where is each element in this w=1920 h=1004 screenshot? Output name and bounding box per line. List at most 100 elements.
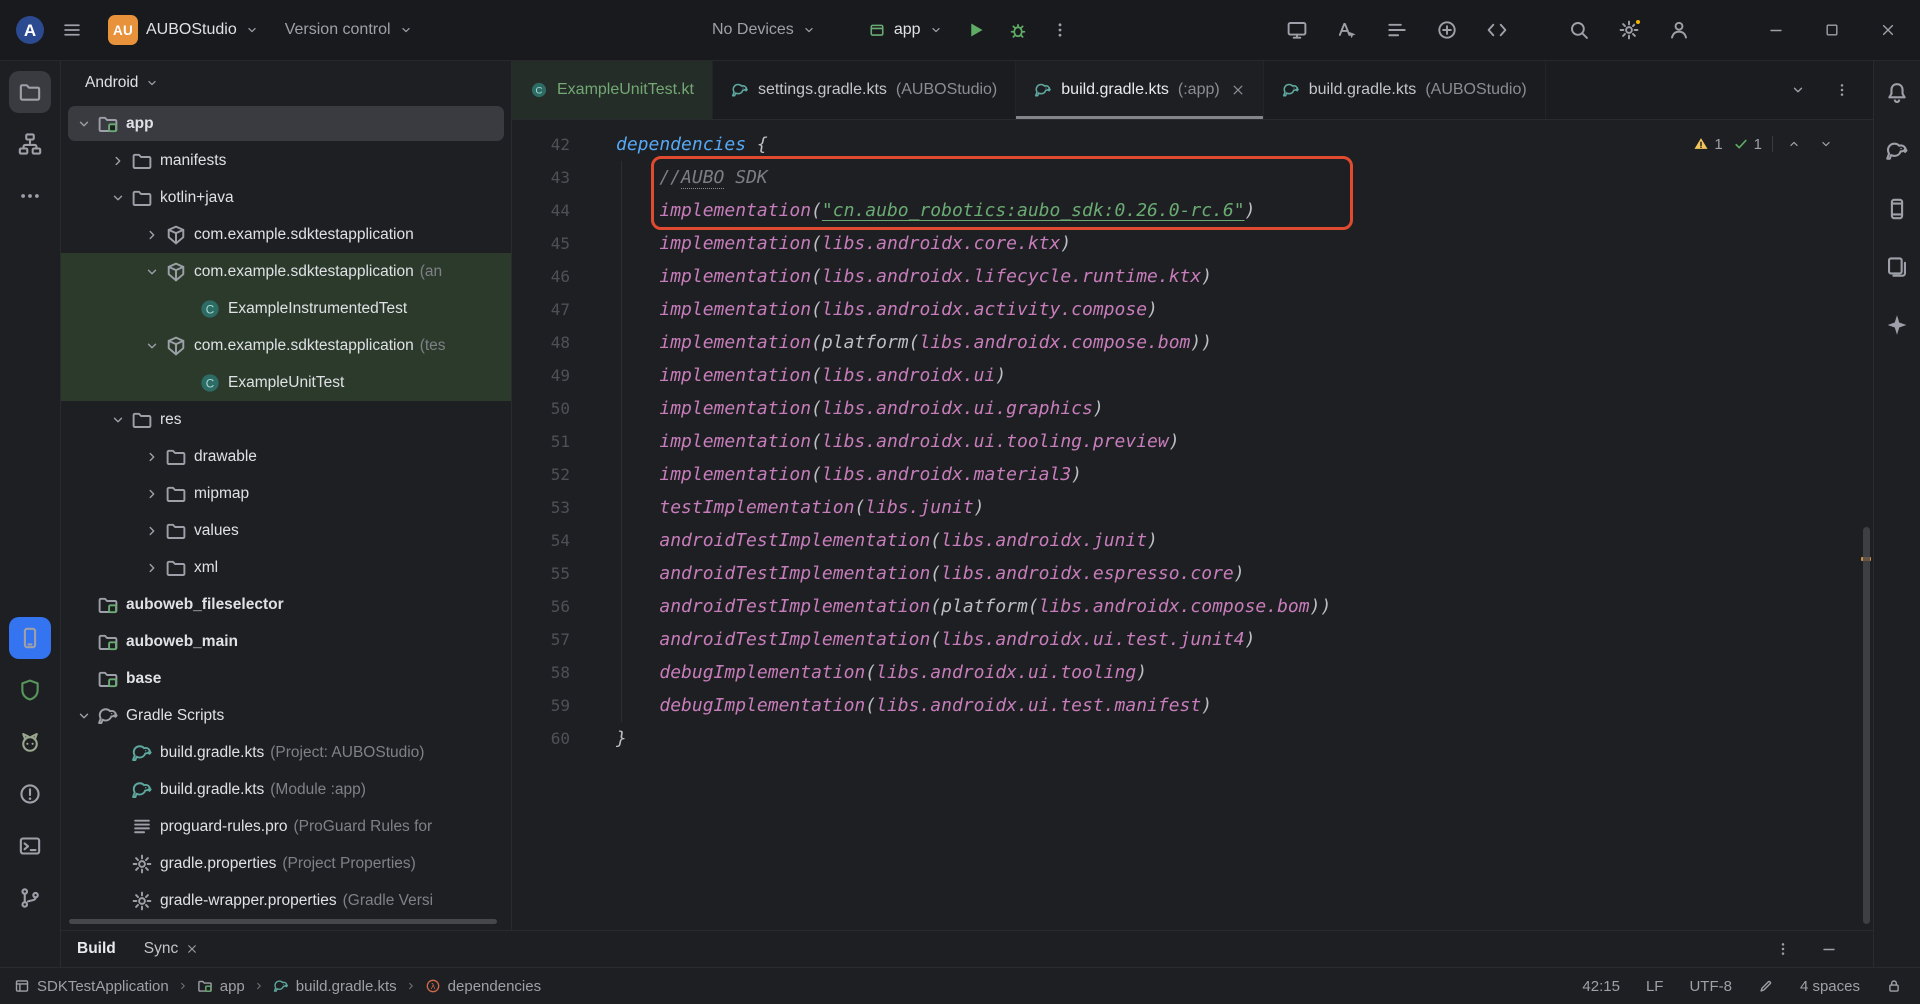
line-number[interactable]: 44 bbox=[512, 194, 592, 227]
next-problem-button[interactable] bbox=[1815, 133, 1837, 155]
tree-item-com-example-sdktestapplication[interactable]: com.example.sdktestapplication bbox=[61, 216, 511, 253]
tree-item-gradle-wrapper-properties[interactable]: gradle-wrapper.properties(Gradle Versi bbox=[61, 882, 511, 919]
app-inspection-button[interactable] bbox=[9, 669, 51, 711]
notifications-button[interactable] bbox=[1877, 73, 1917, 113]
device-selector[interactable]: No Devices bbox=[702, 10, 826, 50]
tree-expand-toggle[interactable] bbox=[139, 444, 165, 470]
line-number[interactable]: 60 bbox=[512, 722, 592, 755]
readonly-toggle[interactable] bbox=[1886, 978, 1902, 994]
problems-button[interactable] bbox=[9, 773, 51, 815]
gradle-tool-button[interactable] bbox=[1877, 131, 1917, 171]
line-number[interactable]: 52 bbox=[512, 458, 592, 491]
tree-item-build-gradle-kts[interactable]: build.gradle.kts(Module :app) bbox=[61, 771, 511, 808]
more-run-options-button[interactable] bbox=[1041, 11, 1079, 49]
line-number[interactable]: 54 bbox=[512, 524, 592, 557]
line-separator[interactable]: LF bbox=[1646, 978, 1664, 995]
version-control-tool-button[interactable] bbox=[9, 877, 51, 919]
hide-panel-button[interactable] bbox=[1815, 935, 1843, 963]
tree-item-mipmap[interactable]: mipmap bbox=[61, 475, 511, 512]
tree-item-auboweb-fileselector[interactable]: auboweb_fileselector bbox=[61, 586, 511, 623]
tree-expand-toggle[interactable] bbox=[139, 222, 165, 248]
breadcrumb-build-gradle-kts[interactable]: build.gradle.kts bbox=[273, 978, 397, 995]
warnings-counter[interactable]: 1 bbox=[1693, 136, 1722, 153]
tab-options-button[interactable] bbox=[1827, 75, 1857, 105]
breadcrumb-app[interactable]: app bbox=[197, 978, 245, 995]
file-encoding[interactable]: UTF-8 bbox=[1689, 978, 1732, 995]
tree-item-gradle-scripts[interactable]: Gradle Scripts bbox=[61, 697, 511, 734]
tree-expand-toggle[interactable] bbox=[105, 407, 131, 433]
breadcrumb-dependencies[interactable]: λdependencies bbox=[425, 978, 541, 995]
tree-expand-toggle[interactable] bbox=[71, 111, 97, 137]
highlighting-level[interactable] bbox=[1758, 978, 1774, 994]
panel-options-button[interactable] bbox=[1769, 935, 1797, 963]
device-explorer-button[interactable] bbox=[1877, 247, 1917, 287]
tree-item-exampleinstrumentedtest[interactable]: CExampleInstrumentedTest bbox=[61, 290, 511, 327]
project-view-selector[interactable]: Android bbox=[61, 61, 511, 105]
line-number[interactable]: 59 bbox=[512, 689, 592, 722]
running-devices-button[interactable] bbox=[9, 617, 51, 659]
editor-tab-build-gradle-kts-app[interactable]: build.gradle.kts(:app) bbox=[1016, 61, 1263, 119]
tree-item-gradle-properties[interactable]: gradle.properties(Project Properties) bbox=[61, 845, 511, 882]
tree-expand-toggle[interactable] bbox=[139, 518, 165, 544]
main-menu-button[interactable] bbox=[52, 10, 92, 50]
tree-item-auboweb-main[interactable]: auboweb_main bbox=[61, 623, 511, 660]
tree-item-base[interactable]: base bbox=[61, 660, 511, 697]
line-number[interactable]: 46 bbox=[512, 260, 592, 293]
tree-expand-toggle[interactable] bbox=[139, 555, 165, 581]
line-number[interactable]: 43 bbox=[512, 161, 592, 194]
line-number[interactable]: 48 bbox=[512, 326, 592, 359]
tree-item-com-example-sdktestapplication[interactable]: com.example.sdktestapplication(tes bbox=[61, 327, 511, 364]
breadcrumb-sdktestapplication[interactable]: SDKTestApplication bbox=[14, 978, 169, 995]
tree-expand-toggle[interactable] bbox=[139, 259, 165, 285]
line-number[interactable]: 51 bbox=[512, 425, 592, 458]
account-button[interactable] bbox=[1660, 11, 1698, 49]
tree-expand-toggle[interactable] bbox=[139, 481, 165, 507]
code-editor[interactable]: 42dependencies {43 //AUBO SDK44 implemen… bbox=[512, 120, 1873, 930]
build-tasks-button[interactable] bbox=[1378, 11, 1416, 49]
scrollbar-thumb[interactable] bbox=[1863, 527, 1870, 924]
close-button[interactable] bbox=[1860, 0, 1916, 60]
tree-item-xml[interactable]: xml bbox=[61, 549, 511, 586]
tree-item-manifests[interactable]: manifests bbox=[61, 142, 511, 179]
gemini-button[interactable] bbox=[1877, 305, 1917, 345]
editor-tab-build-gradle-kts-aubostudio[interactable]: build.gradle.kts(AUBOStudio) bbox=[1264, 61, 1546, 119]
inspections-widget[interactable]: 1 1 bbox=[1687, 130, 1843, 158]
caret-position[interactable]: 42:15 bbox=[1582, 978, 1620, 995]
panel-tab-sync[interactable]: Sync bbox=[144, 940, 198, 958]
run-button[interactable] bbox=[957, 11, 995, 49]
tab-close-icon[interactable] bbox=[1231, 83, 1245, 97]
tree-expand-toggle[interactable] bbox=[139, 333, 165, 359]
tree-expand-toggle[interactable] bbox=[105, 148, 131, 174]
previous-problem-button[interactable] bbox=[1783, 133, 1805, 155]
tree-item-res[interactable]: res bbox=[61, 401, 511, 438]
line-number[interactable]: 56 bbox=[512, 590, 592, 623]
structure-tool-button[interactable] bbox=[9, 123, 51, 165]
project-tool-button[interactable] bbox=[9, 71, 51, 113]
editor-tab-settings-gradle-kts-aubostudio[interactable]: settings.gradle.kts(AUBOStudio) bbox=[713, 61, 1016, 119]
panel-tab-build[interactable]: Build bbox=[77, 940, 116, 958]
project-widget-button[interactable]: AU AUBOStudio bbox=[98, 10, 269, 50]
tree-expand-toggle[interactable] bbox=[71, 703, 97, 729]
line-number[interactable]: 47 bbox=[512, 293, 592, 326]
editor-tab-exampleunittest-kt[interactable]: CExampleUnitTest.kt bbox=[512, 61, 713, 119]
line-number[interactable]: 42 bbox=[512, 128, 592, 161]
line-number[interactable]: 58 bbox=[512, 656, 592, 689]
line-number[interactable]: 53 bbox=[512, 491, 592, 524]
ui-check-button[interactable] bbox=[1328, 11, 1366, 49]
terminal-button[interactable] bbox=[9, 825, 51, 867]
project-horizontal-scrollbar[interactable] bbox=[69, 919, 497, 924]
line-number[interactable]: 55 bbox=[512, 557, 592, 590]
tree-item-kotlin-java[interactable]: kotlin+java bbox=[61, 179, 511, 216]
indent-style[interactable]: 4 spaces bbox=[1800, 978, 1860, 995]
tree-item-build-gradle-kts[interactable]: build.gradle.kts(Project: AUBOStudio) bbox=[61, 734, 511, 771]
tree-item-exampleunittest[interactable]: CExampleUnitTest bbox=[61, 364, 511, 401]
ai-assistant-button[interactable] bbox=[1428, 11, 1466, 49]
line-number[interactable]: 50 bbox=[512, 392, 592, 425]
line-number[interactable]: 45 bbox=[512, 227, 592, 260]
logcat-button[interactable] bbox=[9, 721, 51, 763]
sdk-tools-button[interactable] bbox=[1478, 11, 1516, 49]
tree-item-values[interactable]: values bbox=[61, 512, 511, 549]
search-everywhere-button[interactable] bbox=[1560, 11, 1598, 49]
tree-item-app[interactable]: app bbox=[61, 105, 511, 142]
debug-button[interactable] bbox=[999, 11, 1037, 49]
